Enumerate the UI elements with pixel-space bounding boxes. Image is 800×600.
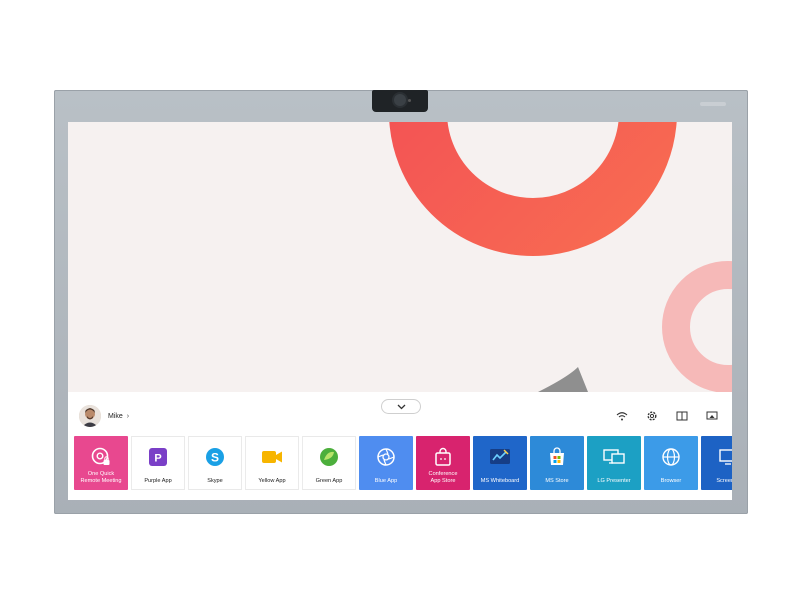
- ms-store-icon: [546, 446, 568, 468]
- app-tile-conference-app-store[interactable]: Conference App Store: [416, 436, 470, 490]
- collapse-dock-button[interactable]: [381, 399, 421, 414]
- app-tile-skype[interactable]: S Skype: [188, 436, 242, 490]
- app-tile-label: Browser: [660, 477, 682, 484]
- app-tile-lg-presenter[interactable]: LG Presenter: [587, 436, 641, 490]
- launcher-dock: Mike › One Quick Remote Meeting P Purple Ap…: [68, 392, 732, 500]
- app-tile-label: MS Whiteboard: [480, 477, 520, 484]
- svg-text:S: S: [211, 451, 219, 465]
- screen: Mike › One Quick Remote Meeting P Purple Ap…: [68, 122, 732, 500]
- app-tile-label: One Quick Remote Meeting: [80, 471, 122, 484]
- system-tray: [614, 408, 720, 424]
- svg-text:P: P: [154, 453, 161, 465]
- app-tile-label: LG Presenter: [597, 477, 631, 484]
- screen-share-icon[interactable]: [704, 408, 720, 424]
- app-tile-label: Conference App Store: [428, 471, 458, 484]
- user-chevron-icon: ›: [126, 412, 130, 420]
- chevron-down-icon: [397, 404, 405, 409]
- app-tile-ms-whiteboard[interactable]: MS Whiteboard: [473, 436, 527, 490]
- app-tile-browser[interactable]: Browser: [644, 436, 698, 490]
- store-bag-icon: [432, 446, 454, 468]
- app-tile-label: Blue App: [374, 477, 398, 484]
- settings-icon[interactable]: [644, 408, 660, 424]
- app-tile-label: Green App: [315, 477, 343, 484]
- camera-lock-icon: [90, 446, 112, 468]
- app-tile-label: MS Store: [545, 477, 569, 484]
- aperture-icon: [375, 446, 397, 468]
- app-tile-blue-app[interactable]: Blue App: [359, 436, 413, 490]
- whiteboard-icon: [489, 446, 511, 468]
- avatar: [79, 405, 101, 427]
- app-tiles: One Quick Remote Meeting P Purple App S Skype…: [74, 436, 732, 490]
- globe-icon: [660, 446, 682, 468]
- webcam: [372, 90, 428, 112]
- app-tile-label: Purple App: [144, 477, 172, 484]
- speaker-grille: [700, 102, 726, 106]
- app-tile-ms-store[interactable]: MS Store: [530, 436, 584, 490]
- app-tile-screen-c[interactable]: Screen C: [701, 436, 732, 490]
- app-tile-label: Screen C: [716, 477, 732, 484]
- screen-cast-icon: [717, 446, 732, 468]
- green-leaf-icon: [318, 446, 340, 468]
- split-view-icon[interactable]: [674, 408, 690, 424]
- skype-icon: S: [204, 446, 226, 468]
- app-tile-green-app[interactable]: Green App: [302, 436, 356, 490]
- app-tile-purple-app[interactable]: P Purple App: [131, 436, 185, 490]
- app-tile-label: Skype: [207, 477, 223, 484]
- video-camera-icon: [261, 446, 283, 468]
- user-profile[interactable]: Mike ›: [79, 405, 129, 427]
- wifi-icon[interactable]: [614, 408, 630, 424]
- purple-p-icon: P: [147, 446, 169, 468]
- app-tile-yellow-app[interactable]: Yellow App: [245, 436, 299, 490]
- presenter-icon: [603, 446, 625, 468]
- app-tile-label: Yellow App: [258, 477, 286, 484]
- app-tile-one-quick-remote-meeting[interactable]: One Quick Remote Meeting: [74, 436, 128, 490]
- user-name: Mike: [108, 412, 123, 420]
